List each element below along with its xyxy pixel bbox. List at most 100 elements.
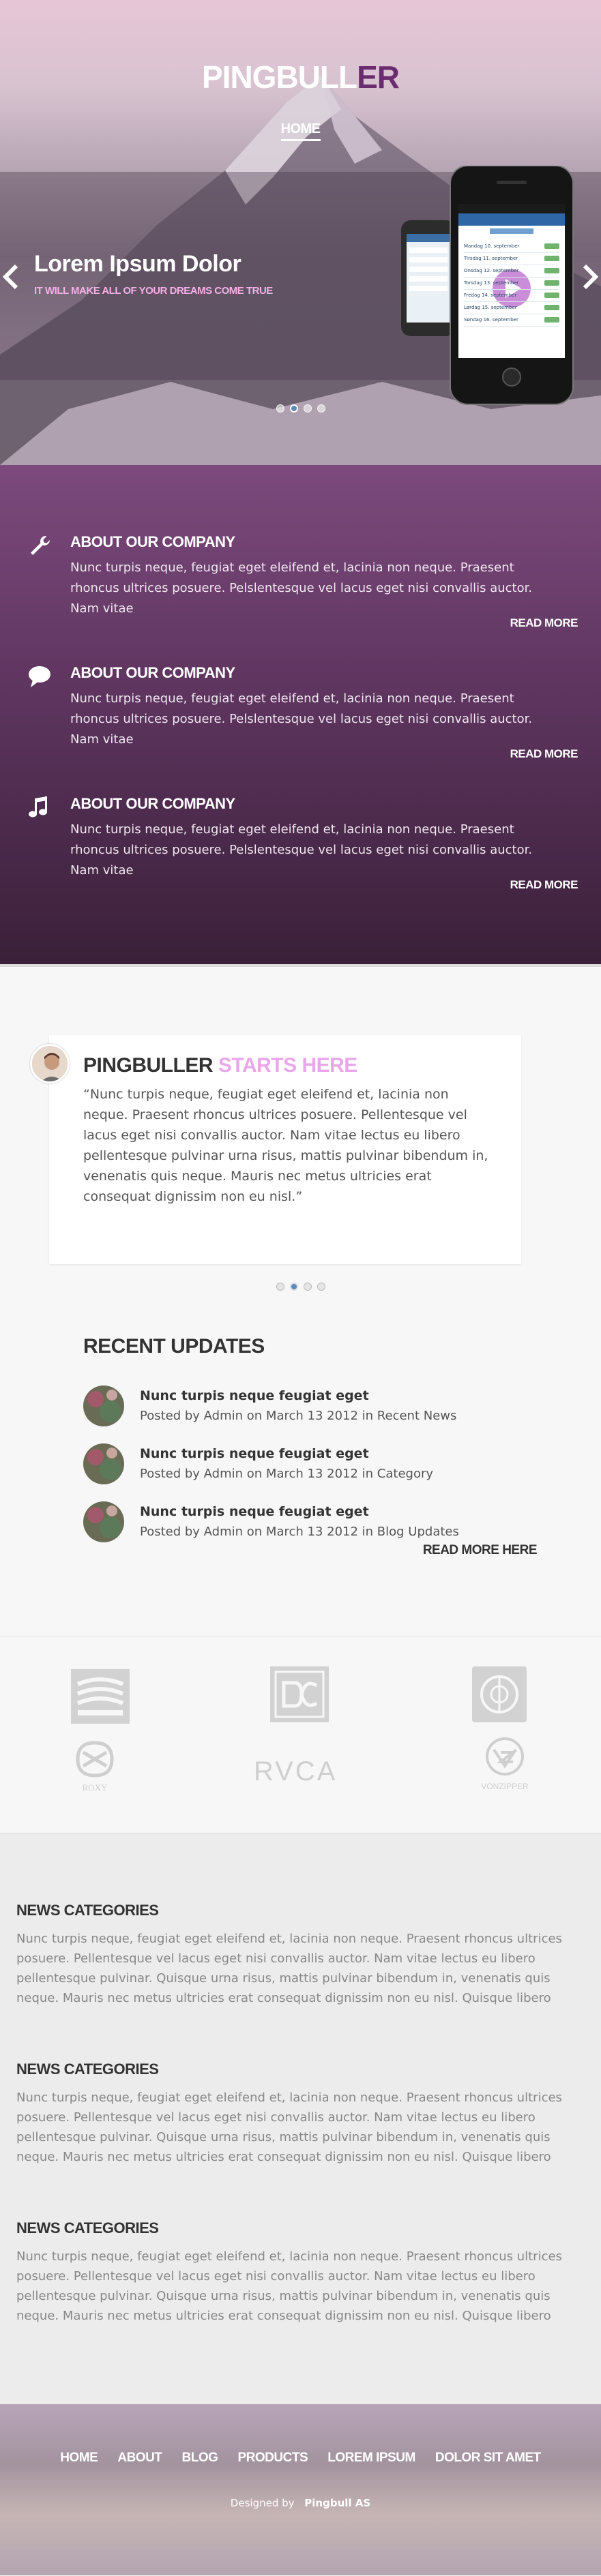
- testimonial-dot-4[interactable]: [317, 1283, 325, 1291]
- phone-schedule-row: Onsdag 12. september: [464, 265, 559, 278]
- billabong-logo[interactable]: [71, 1669, 130, 1724]
- phone-schedule-list: Mandag 10. september Tirsdag 11. septembe…: [464, 241, 559, 327]
- hero-slider: PINGBULLER HOME Lorem Ipsum Dolor IT WIL…: [0, 0, 601, 465]
- avatar: [30, 1044, 70, 1083]
- testimonial-title-main: PINGBULLER: [83, 1054, 214, 1077]
- footer-nav-products[interactable]: PRODUCTS: [238, 2451, 308, 2466]
- update-thumbnail: [83, 1501, 124, 1542]
- dc-shoes-logo[interactable]: [270, 1666, 329, 1722]
- wrench-icon: [31, 536, 50, 555]
- phone-schedule-badge: [544, 268, 559, 273]
- phone-schedule-row: Tirsdag 11. september: [464, 253, 559, 265]
- roxy-wordmark: ROXY: [83, 1782, 108, 1793]
- logo-text: PINGBULL: [201, 59, 357, 95]
- testimonial-dot-1[interactable]: [276, 1283, 284, 1291]
- feature-title: ABOUT OUR COMPANY: [70, 795, 235, 812]
- news-category-block: NEWS CATEGORIES Nunc turpis neque, feugi…: [16, 2219, 580, 2326]
- testimonial-quote: “Nunc turpis neque, feugiat eget eleifen…: [83, 1087, 488, 1204]
- news-category-text: Nunc turpis neque, feugiat eget eleifend…: [16, 1932, 562, 2005]
- footer-credit: Designed by Pingbull AS: [0, 2497, 601, 2509]
- update-meta: Posted by Admin on March 13 2012 in Cate…: [140, 1467, 434, 1481]
- phone-schedule-badge: [544, 256, 559, 261]
- footer-nav-dolor-sit-amet[interactable]: DOLOR SIT AMET: [435, 2451, 541, 2466]
- roxy-logo[interactable]: ROXY: [71, 1739, 119, 1796]
- features-section: ABOUT OUR COMPANY Nunc turpis neque, feu…: [0, 465, 601, 964]
- phone-schedule-badge: [544, 317, 559, 323]
- feature-title: ABOUT OUR COMPANY: [70, 664, 235, 681]
- phone-schedule-day: Mandag 10. september: [464, 243, 520, 249]
- designer-link[interactable]: Pingbull AS: [304, 2497, 370, 2509]
- brand-logos-section: ROXY RVCA VONZIPPER: [0, 1636, 601, 1833]
- slide-title: Lorem Ipsum Dolor: [34, 251, 241, 277]
- phone-schedule-row: Fredag 14. september: [464, 290, 559, 302]
- phone-schedule-row: Mandag 10. september: [464, 241, 559, 253]
- footer-nav: HOME ABOUT BLOG PRODUCTS LOREM IPSUM DOL…: [0, 2451, 601, 2466]
- slider-dot-4[interactable]: [317, 404, 325, 413]
- read-more-link[interactable]: READ MORE: [510, 878, 578, 892]
- testimonial-dot-2[interactable]: [289, 1283, 298, 1291]
- feature-text: Nunc turpis neque, feugiat eget eleifend…: [70, 822, 533, 878]
- slide-subtitle: IT WILL MAKE ALL OF YOUR DREAMS COME TRU…: [34, 285, 273, 297]
- testimonial-dot-3[interactable]: [303, 1283, 312, 1291]
- phone-mockup: Mandag 10. september Tirsdag 11. septembe…: [401, 165, 578, 411]
- rvca-logo[interactable]: RVCA: [254, 1756, 337, 1787]
- site-logo[interactable]: PINGBULLER: [0, 59, 601, 95]
- slider-dot-1[interactable]: [276, 404, 284, 413]
- phone-schedule-badge: [544, 280, 559, 286]
- news-category-block: NEWS CATEGORIES Nunc turpis neque, feugi…: [16, 2061, 580, 2167]
- phone-schedule-day: Tirsdag 11. september: [464, 256, 518, 261]
- testimonial-section: PINGBULLER STARTS HERE “Nunc turpis nequ…: [0, 964, 601, 1636]
- update-title[interactable]: Nunc turpis neque feugiat eget: [140, 1388, 369, 1403]
- chat-bubble-icon: [29, 666, 50, 687]
- feature-text: Nunc turpis neque, feugiat eget eleifend…: [70, 691, 533, 747]
- slider-dot-3[interactable]: [303, 404, 312, 413]
- news-category-block: NEWS CATEGORIES Nunc turpis neque, feugi…: [16, 1902, 580, 2008]
- slider-next-arrow-icon[interactable]: [579, 263, 600, 290]
- testimonial-title: PINGBULLER STARTS HERE: [83, 1054, 357, 1077]
- vonzipper-wordmark: VONZIPPER: [481, 1782, 529, 1791]
- phone-schedule-row: Lørdag 15. september: [464, 302, 559, 314]
- recent-updates-title: RECENT UPDATES: [83, 1335, 265, 1358]
- phone-schedule-day: Lørdag 15. september: [464, 305, 517, 310]
- nav-home-link[interactable]: HOME: [280, 121, 321, 141]
- read-more-here-link[interactable]: READ MORE HERE: [423, 1543, 538, 1558]
- phone-schedule-day: Fredag 14. september: [464, 293, 517, 298]
- update-meta: Posted by Admin on March 13 2012 in Blog…: [140, 1525, 459, 1539]
- feature-text: Nunc turpis neque, feugiat eget eleifend…: [70, 560, 533, 616]
- logo-accent: ER: [357, 59, 400, 95]
- phone-schedule-row: Torsdag 13. september: [464, 278, 559, 290]
- music-note-icon: [29, 796, 47, 818]
- news-categories-section: NEWS CATEGORIES Nunc turpis neque, feugi…: [0, 1833, 601, 2404]
- phone-schedule-day: Torsdag 13. september: [464, 280, 519, 286]
- phone-schedule-day: Onsdag 12. september: [464, 268, 519, 273]
- testimonial-pagination: [0, 1280, 601, 1293]
- feature-title: ABOUT OUR COMPANY: [70, 533, 235, 550]
- read-more-link[interactable]: READ MORE: [510, 616, 578, 630]
- update-title[interactable]: Nunc turpis neque feugiat eget: [140, 1504, 369, 1519]
- news-category-text: Nunc turpis neque, feugiat eget eleifend…: [16, 2249, 562, 2323]
- news-category-title: NEWS CATEGORIES: [16, 1902, 159, 1919]
- slider-pagination: [0, 402, 601, 415]
- element-logo[interactable]: [472, 1666, 527, 1722]
- update-thumbnail: [83, 1443, 124, 1484]
- phone-schedule-day: Søndag 16. september: [464, 317, 518, 323]
- footer-nav-about[interactable]: ABOUT: [117, 2451, 162, 2466]
- update-title[interactable]: Nunc turpis neque feugiat eget: [140, 1446, 369, 1461]
- update-meta: Posted by Admin on March 13 2012 in Rece…: [140, 1409, 457, 1423]
- news-category-text: Nunc turpis neque, feugiat eget eleifend…: [16, 2091, 562, 2164]
- slider-dot-2[interactable]: [289, 404, 298, 413]
- slider-prev-arrow-icon[interactable]: [1, 263, 22, 290]
- phone-schedule-badge: [544, 305, 559, 310]
- vonzipper-logo[interactable]: VONZIPPER: [471, 1733, 539, 1795]
- site-footer: HOME ABOUT BLOG PRODUCTS LOREM IPSUM DOL…: [0, 2404, 601, 2575]
- designed-by-label: Designed by: [230, 2497, 295, 2509]
- testimonial-title-accent: STARTS HERE: [218, 1054, 357, 1077]
- news-category-title: NEWS CATEGORIES: [16, 2219, 159, 2236]
- footer-nav-blog[interactable]: BLOG: [182, 2451, 218, 2466]
- update-thumbnail: [83, 1386, 124, 1426]
- read-more-link[interactable]: READ MORE: [510, 747, 578, 761]
- news-category-title: NEWS CATEGORIES: [16, 2061, 159, 2078]
- phone-schedule-badge: [544, 243, 559, 249]
- footer-nav-lorem-ipsum[interactable]: LOREM IPSUM: [327, 2451, 415, 2466]
- footer-nav-home[interactable]: HOME: [60, 2451, 98, 2466]
